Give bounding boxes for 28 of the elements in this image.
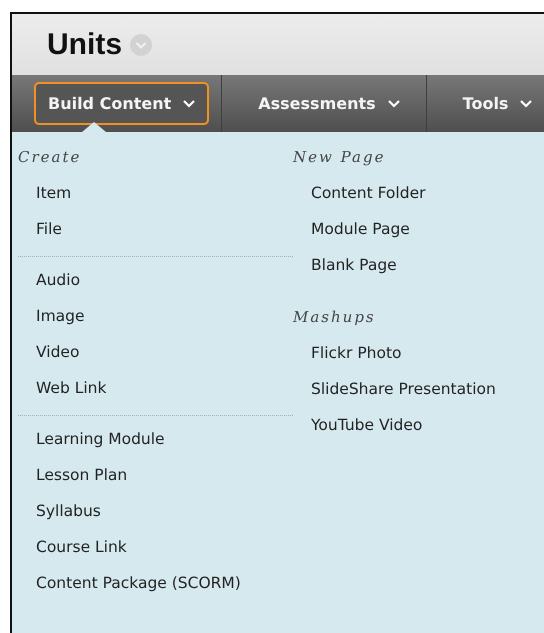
menu-item[interactable]: Module Page <box>293 216 496 252</box>
chevron-down-icon[interactable] <box>130 34 152 56</box>
menu-item[interactable]: File <box>18 216 293 252</box>
section-heading: Create <box>18 148 82 166</box>
nav-tab[interactable]: Build Content <box>34 82 210 125</box>
menu-item[interactable]: Blank Page <box>293 252 496 288</box>
menu-item[interactable]: Syllabus <box>18 498 293 534</box>
menu-item[interactable]: YouTube Video <box>293 412 496 448</box>
menu-item[interactable]: SlideShare Presentation <box>293 376 496 412</box>
menu-item[interactable]: Item <box>18 180 293 216</box>
menu-item[interactable]: Flickr Photo <box>293 340 496 376</box>
section-heading: New Page <box>293 148 386 166</box>
menu-item[interactable]: Learning Module <box>18 426 293 462</box>
chevron-down-icon <box>183 100 196 108</box>
menu-item[interactable]: Content Folder <box>293 180 496 216</box>
section-heading: Mashups <box>293 308 377 326</box>
nav-tab[interactable]: Tools <box>448 82 544 125</box>
menu-item[interactable]: Video <box>18 339 293 375</box>
nav-tab[interactable]: Assessments <box>244 82 414 125</box>
menu-item[interactable]: Content Package (SCORM) <box>18 570 293 606</box>
menu-item[interactable]: Course Link <box>18 534 293 570</box>
page-title: Units <box>47 28 122 62</box>
chevron-down-icon <box>388 100 400 108</box>
menu-item[interactable]: Lesson Plan <box>18 462 293 498</box>
chevron-down-icon <box>520 100 532 108</box>
menu-item[interactable]: Image <box>18 303 293 339</box>
menu-item[interactable]: Web Link <box>18 375 293 411</box>
menu-item[interactable]: Audio <box>18 267 293 303</box>
